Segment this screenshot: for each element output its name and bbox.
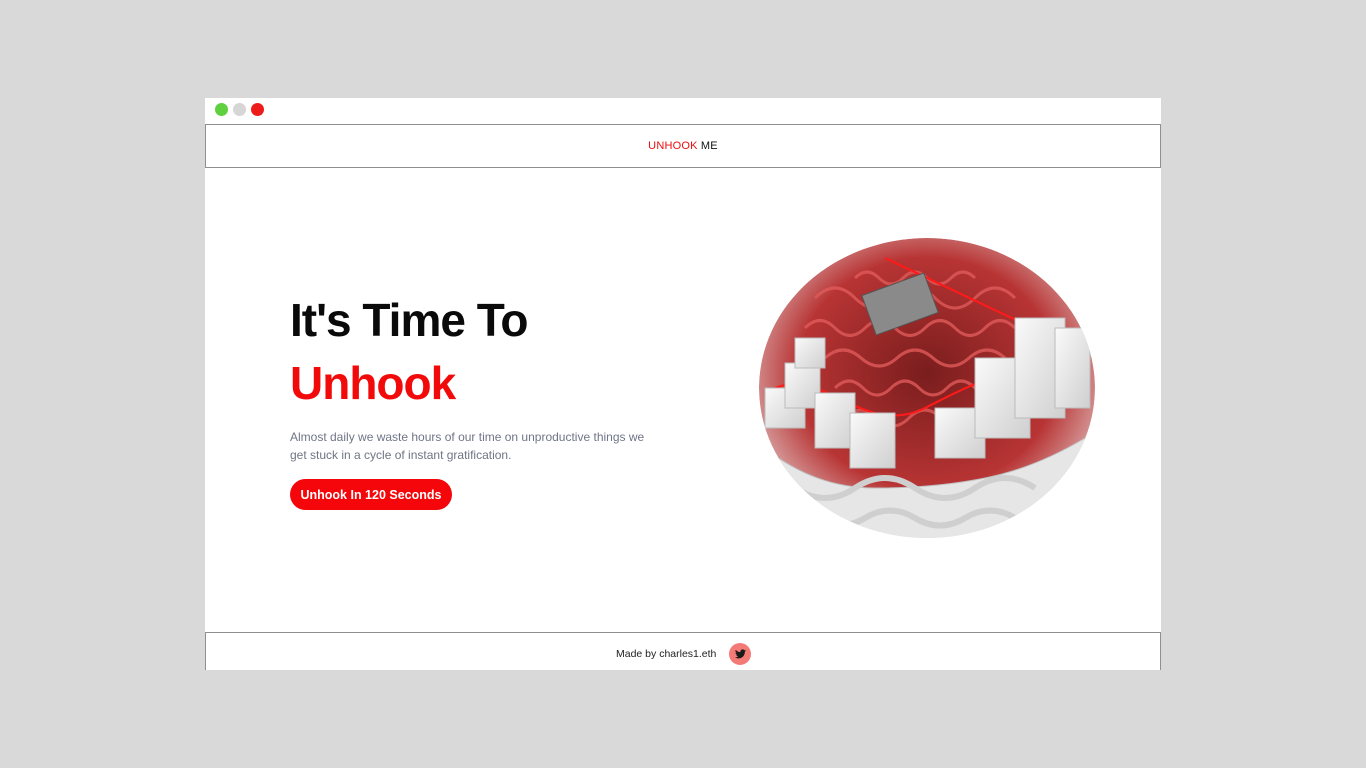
twitter-bird-icon — [734, 649, 746, 659]
unhook-cta-button[interactable]: Unhook In 120 Seconds — [290, 479, 452, 510]
maximize-dot[interactable] — [215, 103, 228, 116]
twitter-icon[interactable] — [729, 643, 751, 665]
page-footer: Made by charles1.eth — [205, 632, 1161, 670]
hero-accent-title: Unhook — [290, 357, 456, 409]
brain-circuit-image — [759, 238, 1095, 538]
hero-title: It's Time To — [290, 294, 528, 346]
browser-window: UNHOOK ME It's Time To Unhook Almost dai… — [205, 98, 1161, 670]
close-dot[interactable] — [251, 103, 264, 116]
top-navbar: UNHOOK ME — [205, 124, 1161, 168]
minimize-dot[interactable] — [233, 103, 246, 116]
brand-text-red: UNHOOK — [648, 140, 698, 152]
footer-credit: Made by charles1.eth — [616, 648, 717, 660]
hero-description: Almost daily we waste hours of our time … — [290, 430, 645, 462]
window-titlebar — [205, 98, 1161, 124]
brand-logo[interactable]: UNHOOK ME — [648, 140, 718, 152]
brand-text-dark: ME — [697, 140, 718, 152]
